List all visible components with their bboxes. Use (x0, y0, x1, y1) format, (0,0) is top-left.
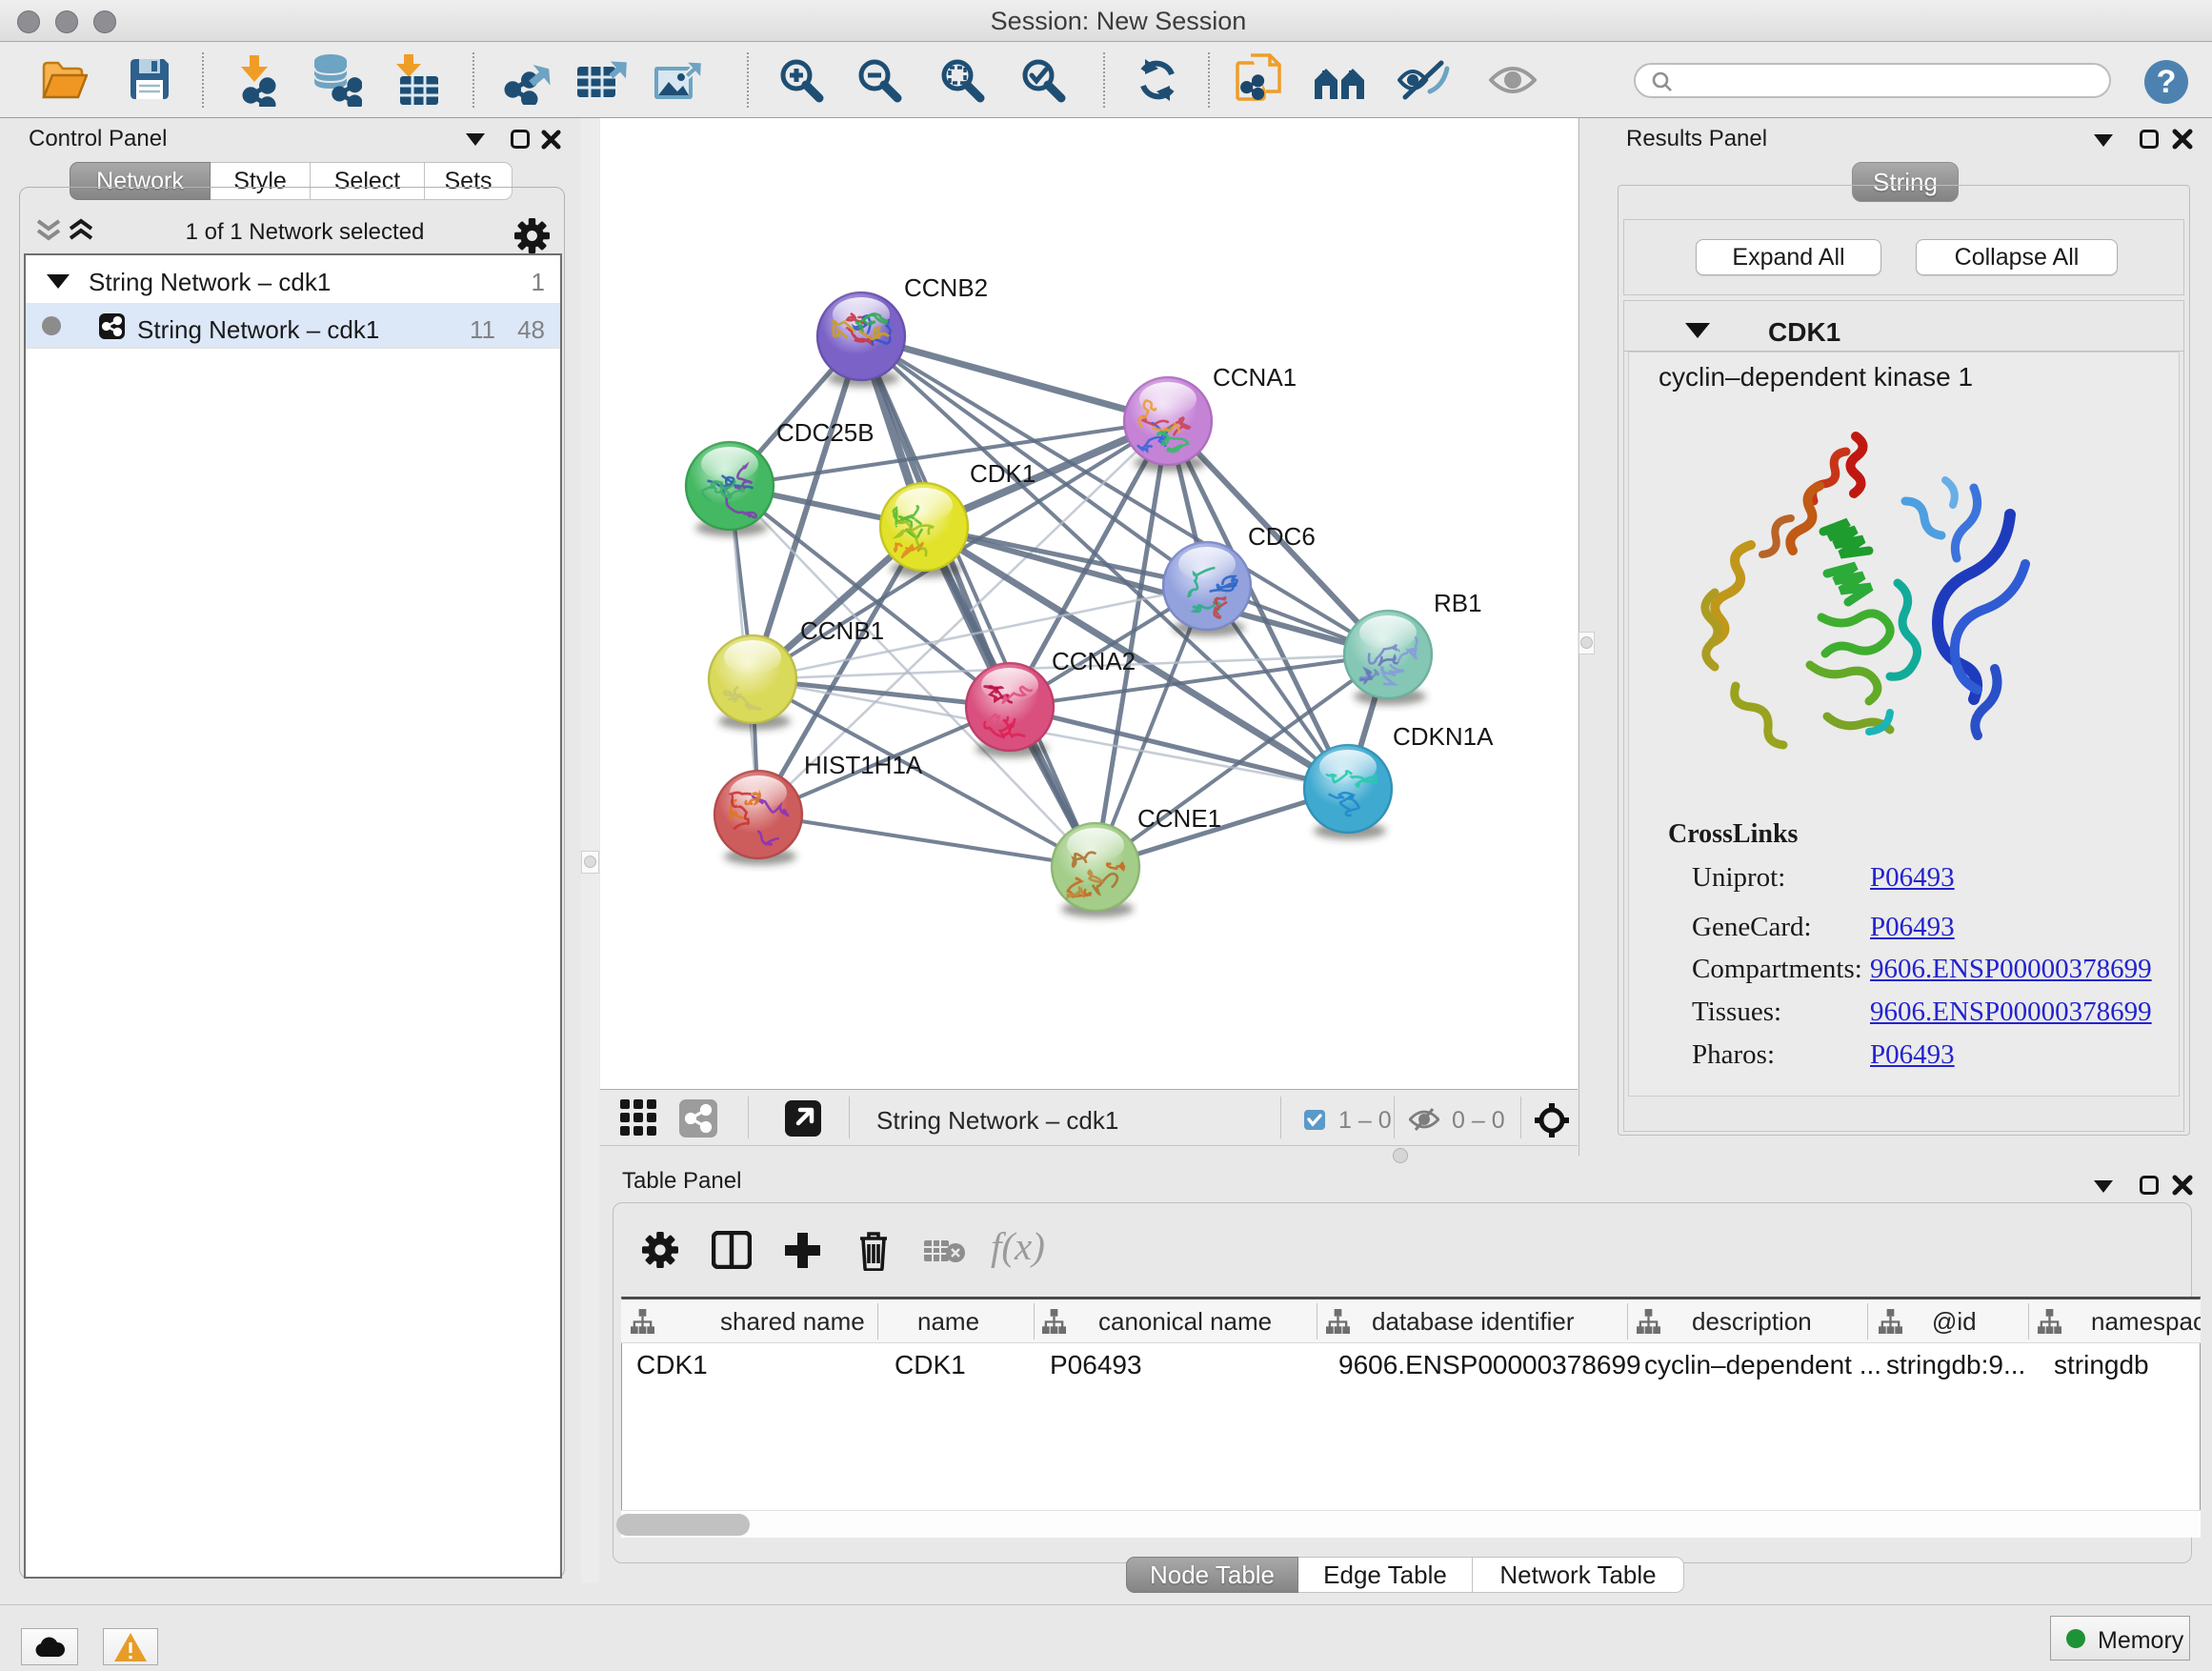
svg-text:CCNB2: CCNB2 (904, 273, 988, 302)
svg-text:CDK1: CDK1 (970, 459, 1036, 488)
svg-text:CDC25B: CDC25B (776, 418, 875, 447)
svg-text:CDKN1A: CDKN1A (1393, 722, 1494, 751)
svg-text:CDC6: CDC6 (1248, 522, 1316, 551)
svg-text:HIST1H1A: HIST1H1A (804, 751, 923, 779)
svg-text:CCNB1: CCNB1 (800, 616, 884, 645)
svg-text:CCNA1: CCNA1 (1213, 363, 1297, 392)
svg-text:CCNE1: CCNE1 (1137, 804, 1221, 833)
svg-text:CCNA2: CCNA2 (1052, 647, 1136, 675)
svg-text:RB1: RB1 (1434, 589, 1482, 617)
